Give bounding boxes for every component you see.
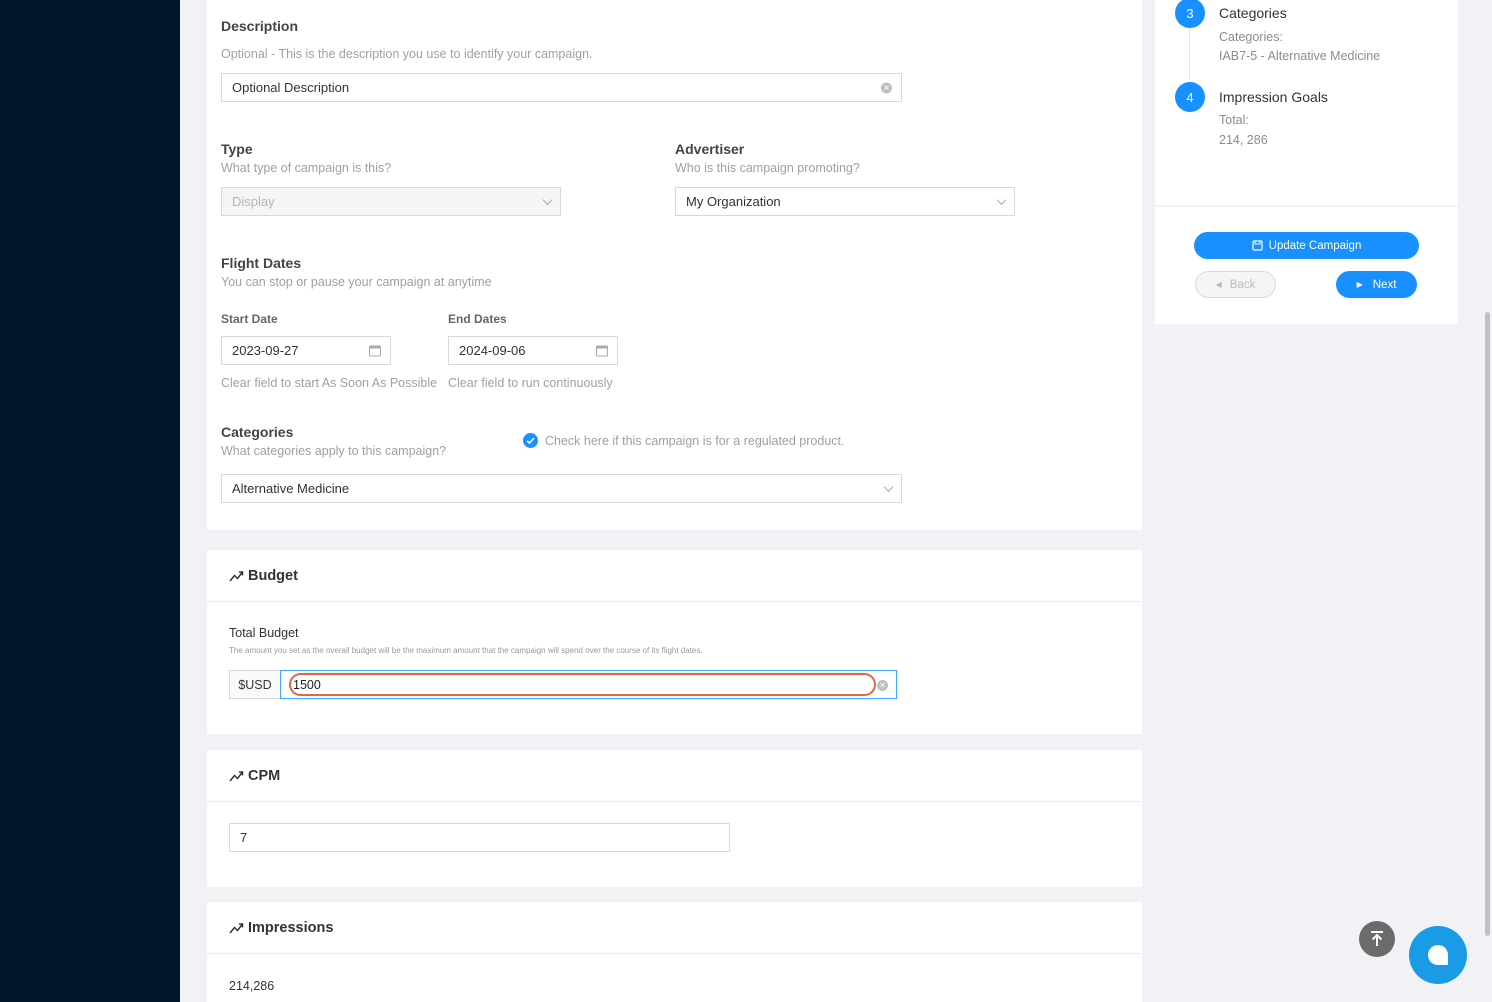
impressions-header: Impressions [207, 902, 1142, 954]
chat-bubble-icon [1428, 945, 1448, 965]
impressions-title: Impressions [248, 919, 334, 936]
end-date-input[interactable]: 2024-09-06 [448, 336, 618, 365]
update-campaign-label: Update Campaign [1268, 239, 1362, 252]
sidebar-item-fragment-icon [44, 0, 68, 2]
arrow-up-to-line-icon [1371, 931, 1383, 946]
step-sub-value: IAB7-5 - Alternative Medicine [1219, 49, 1381, 63]
back-button[interactable]: ◀ Back [1195, 271, 1276, 298]
categories-select[interactable]: Alternative Medicine [221, 474, 902, 503]
actions-panel: Update Campaign ◀ Back ▶ Next [1155, 207, 1458, 324]
cpm-value: 7 [240, 830, 248, 845]
next-button[interactable]: ▶ Next [1336, 271, 1417, 298]
categories-label: Categories [221, 424, 294, 440]
start-date-label: Start Date [221, 312, 278, 326]
next-label: Next [1372, 278, 1397, 291]
clear-icon[interactable]: ✕ [877, 680, 888, 691]
caret-right-icon: ▶ [1356, 280, 1363, 289]
save-icon [1252, 240, 1263, 251]
total-budget-value: 1500 [293, 678, 321, 692]
advertiser-hint: Who is this campaign promoting? [675, 161, 860, 175]
total-budget-input[interactable]: 1500 ✕ [280, 670, 897, 699]
impressions-value: 214,286 [229, 979, 275, 993]
cpm-header: CPM [207, 750, 1142, 802]
currency-addon: $USD [229, 670, 281, 699]
total-budget-label: Total Budget [229, 626, 299, 640]
back-label: Back [1229, 278, 1256, 291]
focus-highlight [289, 673, 876, 696]
step-sub-label: Categories: [1219, 30, 1283, 44]
sidebar [0, 0, 180, 1002]
description-value: Optional Description [232, 80, 350, 95]
calendar-icon[interactable] [596, 345, 608, 356]
step-title: Categories [1219, 5, 1287, 21]
type-value: Display [232, 194, 275, 209]
step-sub-value: 214, 286 [1219, 133, 1268, 147]
flight-dates-hint: You can stop or pause your campaign at a… [221, 275, 492, 289]
flight-dates-label: Flight Dates [221, 255, 302, 271]
impressions-card: Impressions 214,286 [207, 902, 1142, 1002]
advertiser-select[interactable]: My Organization [675, 187, 1015, 216]
advertiser-label: Advertiser [675, 141, 745, 157]
type-select[interactable]: Display [221, 187, 561, 216]
end-date-label: End Dates [448, 312, 507, 326]
description-hint: Optional - This is the description you u… [221, 47, 593, 61]
back-to-top-button[interactable] [1359, 921, 1395, 957]
budget-card: Budget Total Budget The amount you set a… [207, 550, 1142, 734]
cpm-title: CPM [248, 767, 281, 784]
page-scrollbar[interactable] [1483, 0, 1492, 1002]
cpm-card: CPM 7 [207, 750, 1142, 887]
scrollbar-thumb[interactable] [1485, 312, 1490, 936]
start-date-input[interactable]: 2023-09-27 [221, 336, 391, 365]
update-campaign-button[interactable]: Update Campaign [1194, 232, 1419, 259]
step-title: Impression Goals [1219, 89, 1328, 105]
cpm-input[interactable]: 7 [229, 823, 730, 852]
calendar-icon[interactable] [369, 345, 381, 356]
total-budget-hint: The amount you set as the overall budget… [229, 646, 703, 655]
checked-circle-icon[interactable] [523, 433, 538, 448]
regulated-product-label: Check here if this campaign is for a reg… [545, 433, 845, 448]
description-input[interactable]: Optional Description ✕ [221, 73, 902, 102]
categories-hint: What categories apply to this campaign? [221, 444, 447, 458]
end-date-value: 2024-09-06 [459, 343, 526, 358]
budget-header: Budget [207, 550, 1142, 602]
categories-value: Alternative Medicine [232, 481, 350, 496]
chat-widget-button[interactable] [1409, 926, 1467, 984]
start-date-hint: Clear field to start As Soon As Possible [221, 376, 438, 390]
type-hint: What type of campaign is this? [221, 161, 392, 175]
description-label: Description [221, 18, 299, 34]
trend-up-icon [229, 570, 244, 581]
campaign-form-panel: Description Optional - This is the descr… [207, 0, 1142, 530]
type-label: Type [221, 141, 253, 157]
caret-left-icon: ◀ [1215, 280, 1222, 289]
end-date-hint: Clear field to run continuously [448, 376, 613, 390]
trend-up-icon [229, 922, 244, 933]
step-number: 4 [1175, 82, 1205, 112]
advertiser-value: My Organization [686, 194, 781, 209]
clear-icon[interactable]: ✕ [881, 82, 892, 93]
step-connector [1189, 28, 1190, 80]
summary-steps-panel: 3 Categories Categories: IAB7-5 - Altern… [1155, 0, 1458, 205]
step-sub-label: Total: [1219, 113, 1249, 127]
start-date-value: 2023-09-27 [232, 343, 299, 358]
trend-up-icon [229, 770, 244, 781]
regulated-product-checkbox[interactable]: Check here if this campaign is for a reg… [523, 433, 844, 448]
step-number: 3 [1175, 0, 1205, 28]
budget-title: Budget [248, 567, 298, 584]
